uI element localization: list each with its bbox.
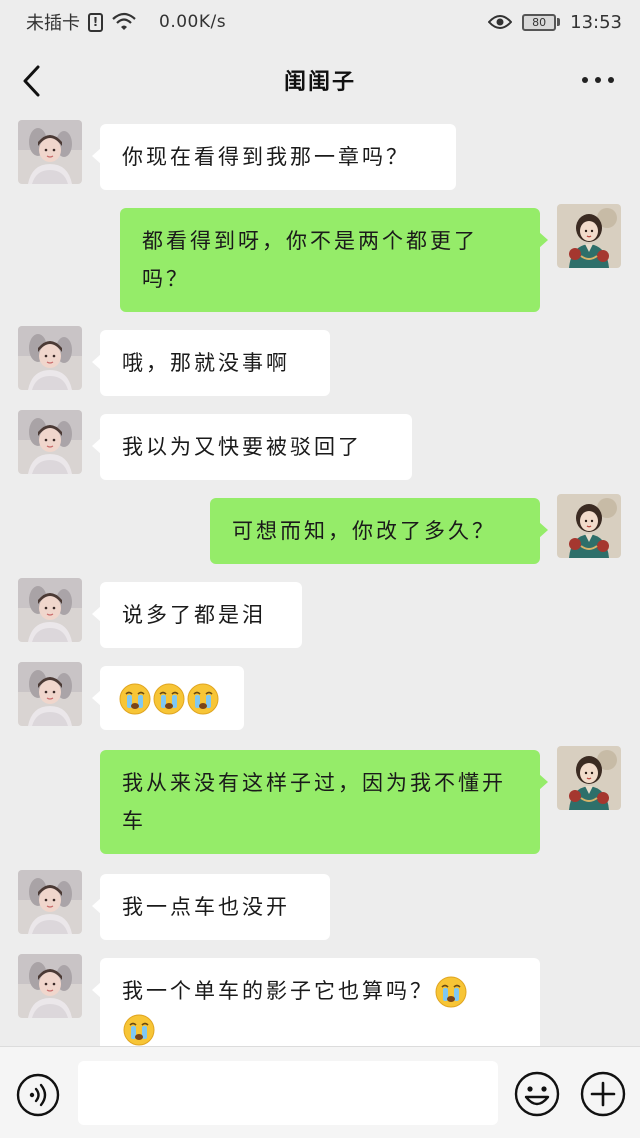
my-avatar[interactable] — [557, 746, 621, 810]
contact-avatar[interactable] — [18, 410, 82, 474]
message-input[interactable] — [78, 1061, 498, 1125]
contact-avatar[interactable] — [18, 870, 82, 934]
message-bubble[interactable]: 都看得到呀，你不是两个都更了吗？ — [120, 208, 548, 312]
message-bubble[interactable]: 我以为又快要被驳回了 — [92, 414, 412, 480]
contact-avatar[interactable] — [18, 326, 82, 390]
message-bubble[interactable]: 你现在看得到我那一章吗？ — [92, 124, 456, 190]
message-bubble[interactable]: 哦，那就没事啊 — [92, 330, 330, 396]
message-list[interactable]: 你现在看得到我那一章吗？ 都看得到呀，你不是两个都更了吗？ 哦，那就没事啊 我以… — [0, 116, 640, 1046]
sim-alert-icon: ! — [88, 12, 103, 32]
battery-level: 80 — [522, 13, 557, 31]
input-bar — [0, 1046, 640, 1138]
message-bubble[interactable]: 可想而知，你改了多久？ — [210, 498, 548, 564]
crying-emoji-icon — [435, 976, 467, 1008]
my-avatar[interactable] — [557, 204, 621, 268]
message-bubble[interactable]: 我一点车也没开 — [92, 874, 330, 940]
message-bubble[interactable]: 我一个单车的影子它也算吗？ — [92, 958, 540, 1046]
chat-title: 闺闺子 — [283, 70, 356, 95]
crying-emoji-icon — [153, 683, 185, 715]
my-avatar[interactable] — [557, 494, 621, 558]
chat-header: 闺闺子 — [0, 44, 640, 116]
emoji-icon[interactable] — [514, 1071, 560, 1117]
message-bubble[interactable]: 说多了都是泪 — [92, 582, 302, 648]
crying-emoji-icon — [123, 1014, 155, 1046]
message-bubble[interactable] — [92, 666, 244, 730]
voice-icon[interactable] — [16, 1073, 60, 1117]
clock: 13:53 — [570, 11, 622, 33]
crying-emoji-icon — [187, 683, 219, 715]
crying-emoji-icon — [119, 683, 151, 715]
contact-avatar[interactable] — [18, 578, 82, 642]
eye-comfort-icon — [488, 15, 513, 29]
battery-icon: 80 — [522, 13, 561, 31]
status-bar: 未插卡 ! 0.00K/s 80 13:53 — [0, 0, 640, 44]
wifi-icon — [112, 12, 136, 30]
more-icon[interactable] — [582, 70, 614, 90]
carrier-label: 未插卡 — [26, 13, 80, 34]
message-bubble[interactable]: 我从来没有这样子过，因为我不懂开车 — [100, 750, 548, 854]
back-arrow-icon[interactable] — [18, 64, 48, 98]
contact-avatar[interactable] — [18, 662, 82, 726]
contact-avatar[interactable] — [18, 120, 82, 184]
network-speed: 0.00K/s — [159, 12, 227, 32]
plus-icon[interactable] — [580, 1071, 626, 1117]
contact-avatar[interactable] — [18, 954, 82, 1018]
message-text: 我一个单车的影子它也算吗？ — [122, 979, 434, 1003]
